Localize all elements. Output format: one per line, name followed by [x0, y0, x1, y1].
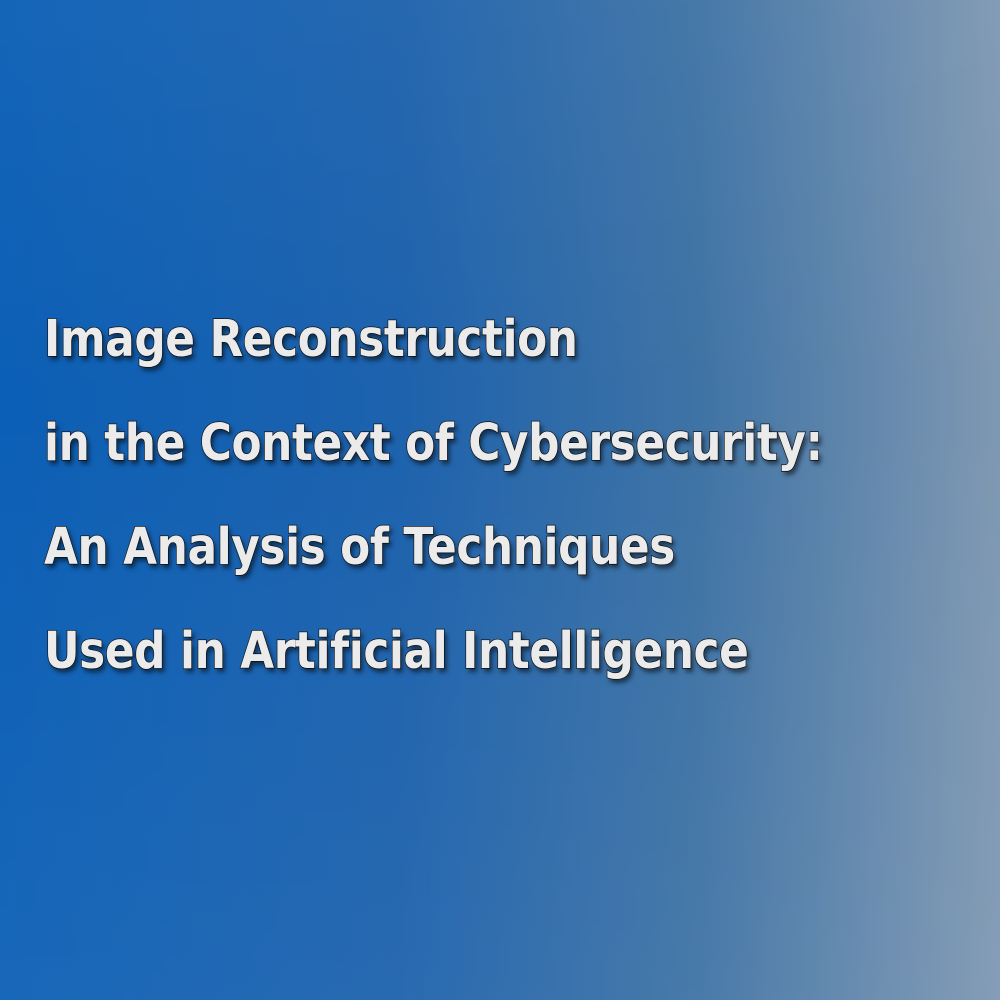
title-line-2: in the Context of Cybersecurity: [43, 413, 823, 474]
title-line-3: An Analysis of Techniques [43, 517, 676, 578]
title-text-block: Image Reconstruction in the Context of C… [43, 288, 984, 704]
title-line-4: Used in Artificial Intelligence [43, 621, 749, 682]
title-line-1: Image Reconstruction [43, 309, 578, 370]
title-card: Image Reconstruction in the Context of C… [0, 0, 1000, 1000]
